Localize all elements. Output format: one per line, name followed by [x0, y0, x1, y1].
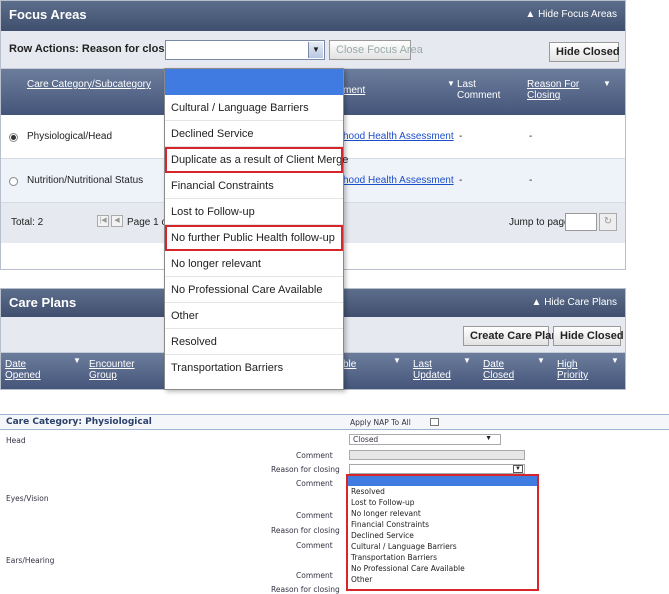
sort-icon[interactable]: ▼ [73, 356, 81, 365]
hide-care-plans-label: Hide Care Plans [544, 297, 617, 308]
reason-closing-label: Reason for closing [271, 526, 340, 535]
dropdown-option-highlighted[interactable]: Duplicate as a result of Client Merge [165, 147, 348, 173]
dropdown-option[interactable]: Declined Service [348, 530, 537, 541]
row-reason: - [529, 131, 533, 142]
sort-icon[interactable]: ▼ [537, 356, 545, 365]
chevron-down-icon[interactable]: ▼ [308, 42, 323, 58]
prev-page-icon[interactable]: ◀ [111, 215, 123, 227]
dropdown-option[interactable]: Cultural / Language Barriers [165, 95, 343, 121]
hide-care-plans-link[interactable]: ▲ Hide Care Plans [532, 297, 618, 308]
dropdown-option[interactable]: Lost to Follow-up [165, 199, 343, 225]
dropdown-option[interactable]: Lost to Follow-up [348, 497, 537, 508]
focus-areas-header: Focus Areas ▲ Hide Focus Areas [1, 1, 625, 31]
reason-select[interactable]: ▼ [349, 464, 525, 474]
dropdown-option[interactable]: Other [165, 303, 343, 329]
care-category-form: Care Category: Physiological Apply NAP T… [0, 414, 669, 594]
jump-to-page-label: Jump to page: [509, 217, 573, 228]
reason-dropdown-list-small: Resolved Lost to Follow-up No longer rel… [346, 474, 539, 591]
col-date-opened[interactable]: Date Opened [5, 359, 45, 381]
dropdown-option[interactable]: Transportation Barriers [348, 552, 537, 563]
head-label: Head [6, 436, 26, 445]
reason-dropdown-list: Cultural / Language Barriers Declined Se… [164, 68, 348, 390]
dropdown-option[interactable]: Financial Constraints [165, 173, 343, 199]
eyes-vision-label: Eyes/Vision [6, 494, 49, 503]
col-last-updated[interactable]: Last Updated [413, 359, 453, 381]
sort-icon[interactable]: ▼ [463, 356, 471, 365]
reason-closing-label: Reason for closing [271, 465, 340, 474]
col-high-priority[interactable]: High Priority [557, 359, 597, 381]
row-last-comment: - [459, 175, 463, 186]
sort-icon[interactable]: ▼ [603, 79, 611, 88]
row-care-category: Physiological/Head [27, 131, 113, 142]
row-actions-toolbar: Row Actions: Reason for closing: ▼ Close… [1, 31, 625, 69]
apply-nap-label: Apply NAP To All [350, 418, 411, 427]
row-radio[interactable] [9, 177, 18, 186]
chevron-down-icon[interactable]: ▼ [485, 435, 492, 442]
dropdown-option[interactable]: No longer relevant [348, 508, 537, 519]
dropdown-option[interactable]: No Professional Care Available [165, 277, 343, 303]
hide-closed-button[interactable]: Hide Closed [549, 42, 620, 62]
row-assessment-link[interactable]: hood Health Assessment [343, 131, 454, 142]
hide-closed-button[interactable]: Hide Closed [553, 326, 624, 346]
create-care-plan-button[interactable]: Create Care Plan [463, 326, 558, 346]
dropdown-option[interactable]: Financial Constraints [348, 519, 537, 530]
dropdown-option[interactable]: Cultural / Language Barriers [348, 541, 537, 552]
first-page-icon[interactable]: |◀ [97, 215, 109, 227]
col-encounter-group[interactable]: Encounter Group [89, 359, 139, 381]
row-actions-label: Row Actions: Reason for closing: [9, 43, 185, 55]
dropdown-blank-option[interactable] [165, 69, 343, 95]
comment-label: Comment [296, 451, 333, 460]
apply-nap-checkbox[interactable] [430, 418, 439, 426]
reason-select[interactable]: ▼ [165, 40, 325, 60]
care-plans-title: Care Plans [9, 295, 77, 310]
hide-focus-areas-label: Hide Focus Areas [538, 9, 617, 20]
col-care-category[interactable]: Care Category/Subcategory [27, 79, 157, 90]
col-last-comment[interactable]: Last Comment [457, 79, 507, 101]
close-focus-area-button[interactable]: Close Focus Area [329, 40, 423, 60]
comment-label: Comment [296, 479, 333, 488]
dropdown-option[interactable]: Resolved [165, 329, 343, 355]
col-date-closed[interactable]: Date Closed [483, 359, 523, 381]
row-radio[interactable] [9, 133, 18, 142]
dropdown-option[interactable]: Resolved [348, 486, 537, 497]
comment-field[interactable] [349, 450, 525, 460]
sort-icon[interactable]: ▼ [447, 79, 455, 88]
dropdown-option[interactable]: No Professional Care Available [348, 563, 537, 574]
dropdown-blank-option[interactable] [348, 476, 537, 486]
col-reason-closing[interactable]: Reason For Closing [527, 79, 587, 101]
dropdown-option[interactable]: Transportation Barriers [165, 355, 343, 381]
go-icon[interactable]: ↻ [599, 213, 617, 231]
row-reason: - [529, 175, 533, 186]
sort-icon[interactable]: ▼ [393, 356, 401, 365]
sort-icon[interactable]: ▼ [611, 356, 619, 365]
comment-label: Comment [296, 541, 333, 550]
comment-label: Comment [296, 571, 333, 580]
row-care-category: Nutrition/Nutritional Status [27, 175, 144, 186]
ears-hearing-label: Ears/Hearing [6, 556, 55, 565]
status-value: Closed [353, 435, 379, 444]
total-count: Total: 2 [11, 217, 44, 228]
comment-label: Comment [296, 511, 333, 520]
care-category-title: Care Category: Physiological [6, 417, 152, 427]
focus-areas-title: Focus Areas [9, 7, 87, 22]
chevron-down-icon[interactable]: ▼ [513, 465, 523, 473]
status-select[interactable]: Closed ▼ [349, 434, 501, 445]
dropdown-option[interactable]: Declined Service [165, 121, 343, 147]
col-ment[interactable]: ment [343, 85, 365, 96]
hide-focus-areas-link[interactable]: ▲ Hide Focus Areas [525, 9, 617, 20]
jump-to-page-input[interactable] [565, 213, 597, 231]
row-assessment-link[interactable]: hood Health Assessment [343, 175, 454, 186]
col-ble[interactable]: ble [343, 359, 356, 370]
dropdown-option[interactable]: Other [348, 574, 537, 585]
dropdown-option[interactable]: No longer relevant [165, 251, 343, 277]
row-last-comment: - [459, 131, 463, 142]
dropdown-option-highlighted[interactable]: No further Public Health follow-up [165, 225, 343, 251]
